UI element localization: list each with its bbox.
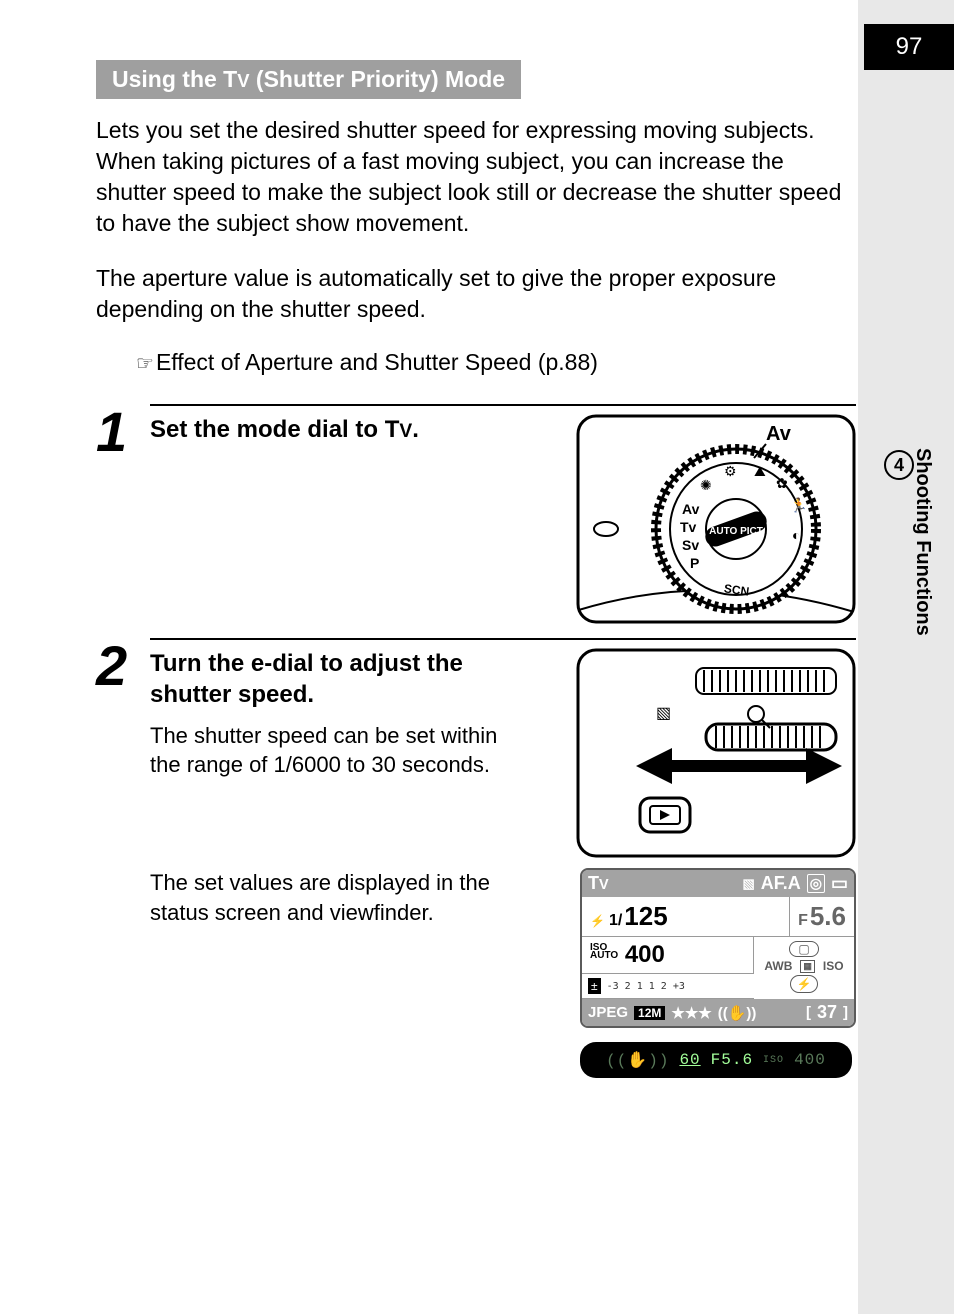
svg-text:✿: ✿ [776, 475, 788, 491]
svg-text:◐: ◐ [792, 527, 800, 543]
svg-text:⚙: ⚙ [724, 463, 737, 479]
megapixels: 12M [634, 1006, 665, 1020]
flash-mode-icon: ⚡ [790, 975, 818, 993]
side-tab-label: Shooting Functions [911, 448, 934, 636]
svg-text:AUTO PICT: AUTO PICT [709, 526, 763, 537]
step-2-title: Turn the e-dial to adjust the shutter sp… [150, 648, 546, 710]
vf-shutter: 60 [679, 1051, 700, 1069]
iso-value: 400 [625, 941, 665, 968]
step-1: 1 Set the mode dial to TV. [96, 404, 856, 624]
step-1-title: Set the mode dial to TV. [150, 414, 546, 445]
content-area: Using the TV (Shutter Priority) Mode Let… [96, 60, 856, 1078]
tv-mode-label: TV [223, 66, 249, 92]
intro-paragraph-2: The aperture value is automatically set … [96, 263, 856, 325]
svg-text:Sv: Sv [682, 537, 699, 553]
section-heading-after: (Shutter Priority) Mode [250, 66, 506, 92]
shots-bracket-close: ] [843, 1004, 848, 1021]
svg-text:✺: ✺ [700, 477, 712, 493]
step-2-body-2: The set values are displayed in the stat… [150, 868, 530, 927]
vf-iso-value: 400 [794, 1051, 826, 1069]
awb-label: AWB [764, 959, 792, 973]
battery-icon: ▭ [831, 873, 848, 894]
sidebar-margin [858, 0, 954, 1314]
step-1-title-after: . [412, 416, 419, 443]
flash-icon: ⚡ [590, 914, 605, 928]
aperture-prefix: F [798, 912, 808, 930]
pointer-icon: ☞ [136, 353, 154, 375]
mode-dial-illustration: AUTO PICT Av Tv Sv P SCN ✺ ⚙ [576, 414, 856, 624]
svg-text:▧: ▧ [656, 705, 671, 722]
dial-pointer-label: Av [766, 423, 792, 445]
svg-text:Tv: Tv [680, 519, 697, 535]
aperture-value: 5.6 [810, 901, 846, 932]
section-heading-before: Using the [112, 66, 223, 92]
step-2-body-1: The shutter speed can be set within the … [150, 721, 530, 780]
iso-right-label: ISO [823, 959, 844, 973]
tv-mode-label: TV [385, 416, 412, 443]
vf-shake-icon: ((✋)) [606, 1050, 669, 1070]
shutter-prefix: 1/ [609, 912, 622, 930]
cross-reference-text: Effect of Aperture and Shutter Speed (p.… [156, 349, 598, 375]
iso-label-bottom: AUTO [590, 950, 618, 961]
cross-reference: ☞Effect of Aperture and Shutter Speed (p… [136, 349, 856, 376]
viewfinder-illustration: ((✋)) 60 F5.6 ISO 400 [580, 1042, 852, 1078]
page-number: 97 [864, 24, 954, 70]
face-detect-icon: ▧ [742, 876, 754, 892]
svg-text:Av: Av [682, 501, 700, 517]
step-2: 2 Turn the e-dial to adjust the shutter … [96, 638, 856, 1078]
custom-image-icon: ▦ [800, 960, 815, 973]
step-1-title-before: Set the mode dial to [150, 416, 385, 443]
step-number: 1 [96, 410, 150, 455]
file-format: JPEG [588, 1004, 628, 1021]
status-af: AF.A [761, 873, 801, 894]
svg-text:P: P [690, 555, 699, 571]
ev-scale: -3 2 1 1 2 +3 [607, 981, 685, 992]
shake-reduction-icon: ((✋)) [718, 1004, 757, 1022]
section-heading: Using the TV (Shutter Priority) Mode [96, 60, 521, 99]
e-dial-illustration: ▧ [576, 648, 856, 858]
drive-mode-icon: ▢ [789, 941, 818, 957]
ev-comp-icon: ± [588, 978, 601, 994]
chapter-number-circle: 4 [884, 450, 914, 480]
vf-aperture: F5.6 [711, 1051, 753, 1069]
status-screen-illustration: TV ▧ AF.A ◎ ▭ ⚡ [580, 868, 856, 1028]
status-mode: TV [588, 873, 609, 894]
intro-paragraph-1: Lets you set the desired shutter speed f… [96, 115, 856, 239]
shots-remaining: 37 [817, 1002, 837, 1023]
shots-bracket-open: [ [806, 1004, 811, 1021]
shutter-value: 125 [624, 901, 667, 932]
metering-icon: ◎ [807, 874, 825, 893]
vf-iso-label: ISO [763, 1055, 784, 1066]
step-number: 2 [96, 644, 150, 689]
svg-text:🏃: 🏃 [790, 497, 807, 513]
svg-text:⛰: ⛰ [754, 463, 766, 479]
quality-stars: ★★★ [671, 1004, 711, 1022]
